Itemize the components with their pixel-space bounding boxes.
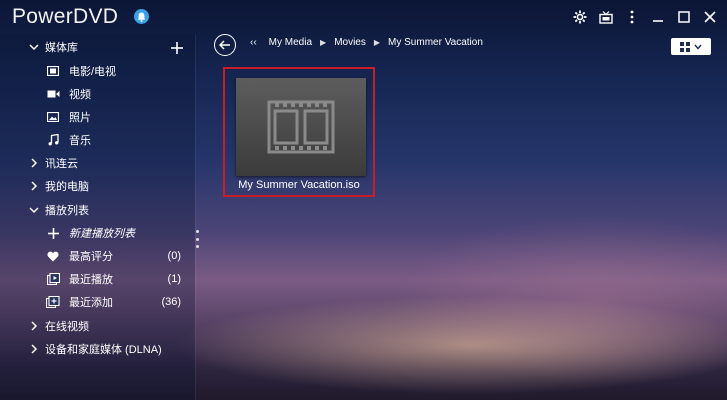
sidebar-item-label: 新建播放列表 (69, 228, 135, 240)
sidebar-item-recently-played[interactable]: 最近播放 (1) (0, 268, 195, 290)
recent-add-icon (46, 295, 60, 309)
item-count: (36) (161, 296, 181, 308)
view-mode-dropdown[interactable] (671, 38, 711, 55)
sidebar-item-new-playlist[interactable]: 新建播放列表 (0, 222, 195, 244)
arrow-left-icon (219, 40, 230, 50)
sidebar-item-label: 在线视频 (45, 321, 89, 333)
film-icon (46, 64, 60, 78)
media-thumbnail[interactable] (236, 78, 366, 176)
breadcrumb-item-movies[interactable]: Movies (334, 37, 366, 48)
breadcrumb-item-my-media[interactable]: My Media (269, 37, 312, 48)
sidebar-item-label: 最高评分 (69, 251, 113, 263)
music-icon (46, 133, 60, 147)
media-tile-label: My Summer Vacation.iso (238, 179, 360, 191)
breadcrumb-item-current[interactable]: My Summer Vacation (388, 37, 483, 48)
breadcrumb: ‹‹ My Media ▶ Movies ▶ My Summer Vacatio… (250, 37, 483, 48)
item-count: (0) (167, 250, 181, 262)
sidebar-item-label: 播放列表 (45, 205, 89, 217)
title-bar: PowerDVD (0, 0, 727, 34)
more-icon[interactable] (621, 6, 643, 28)
sidebar-divider (195, 34, 196, 400)
breadcrumb-separator-icon: ▶ (320, 38, 327, 47)
sidebar-item-photos[interactable]: 照片 (0, 106, 195, 128)
sidebar-item-label: 视频 (69, 89, 91, 101)
video-icon (46, 87, 60, 101)
maximize-icon[interactable] (673, 6, 695, 28)
sidebar-item-label: 电影/电视 (69, 66, 117, 78)
chevron-down-icon (694, 44, 702, 50)
chevron-down-icon[interactable] (28, 204, 40, 216)
grid-view-icon (680, 41, 690, 52)
chevron-right-icon[interactable] (28, 180, 40, 192)
sidebar-item-label: 最近播放 (69, 274, 113, 286)
chevron-right-icon[interactable] (28, 343, 40, 355)
plus-icon (46, 226, 60, 240)
tv-mode-icon[interactable] (595, 6, 617, 28)
sidebar-item-music[interactable]: 音乐 (0, 129, 195, 151)
sidebar-item-media-library[interactable]: 媒体库 (0, 36, 195, 58)
heart-icon (46, 249, 60, 263)
back-button[interactable] (214, 34, 236, 56)
sidebar-item-label: 设备和家庭媒体 (DLNA) (45, 344, 162, 356)
notification-bell-icon[interactable] (134, 9, 149, 24)
add-icon[interactable] (171, 42, 183, 54)
sidebar-item-top-rated[interactable]: 最高评分 (0) (0, 245, 195, 267)
item-count: (1) (167, 273, 181, 285)
breadcrumb-separator-icon: ▶ (373, 38, 381, 47)
photo-icon (46, 110, 60, 124)
recent-play-icon (46, 272, 60, 286)
sidebar-item-online-video[interactable]: 在线视频 (0, 315, 195, 337)
sidebar-item-label: 音乐 (69, 135, 91, 147)
sidebar-item-dlna[interactable]: 设备和家庭媒体 (DLNA) (0, 338, 195, 360)
main-content: ‹‹ My Media ▶ Movies ▶ My Summer Vacatio… (200, 34, 727, 400)
sidebar-item-label: 照片 (69, 112, 91, 124)
double-chevron-left-icon[interactable]: ‹‹ (250, 37, 257, 48)
film-strip-icon (267, 100, 335, 154)
sidebar-item-label: 我的电脑 (45, 181, 89, 193)
sidebar-item-cloud[interactable]: 讯连云 (0, 152, 195, 174)
sidebar: 媒体库 电影/电视 视频 照片 音乐 讯连云 我的电脑 播放列表 新建播放列表 … (0, 34, 195, 400)
chevron-right-icon[interactable] (28, 320, 40, 332)
close-icon[interactable] (699, 6, 721, 28)
app-title: PowerDVD (12, 5, 119, 28)
sidebar-item-label: 媒体库 (45, 42, 78, 54)
minimize-icon[interactable] (647, 6, 669, 28)
sidebar-item-label: 最近添加 (69, 297, 113, 309)
sidebar-item-video[interactable]: 视频 (0, 83, 195, 105)
sidebar-item-movies-tv[interactable]: 电影/电视 (0, 60, 195, 82)
sidebar-item-label: 讯连云 (45, 158, 78, 170)
sidebar-item-my-computer[interactable]: 我的电脑 (0, 175, 195, 197)
media-tile[interactable]: My Summer Vacation.iso (223, 67, 375, 197)
settings-icon[interactable] (569, 6, 591, 28)
chevron-right-icon[interactable] (28, 157, 40, 169)
chevron-down-icon[interactable] (28, 41, 40, 53)
sidebar-item-playlists[interactable]: 播放列表 (0, 199, 195, 221)
sidebar-item-recently-added[interactable]: 最近添加 (36) (0, 291, 195, 313)
